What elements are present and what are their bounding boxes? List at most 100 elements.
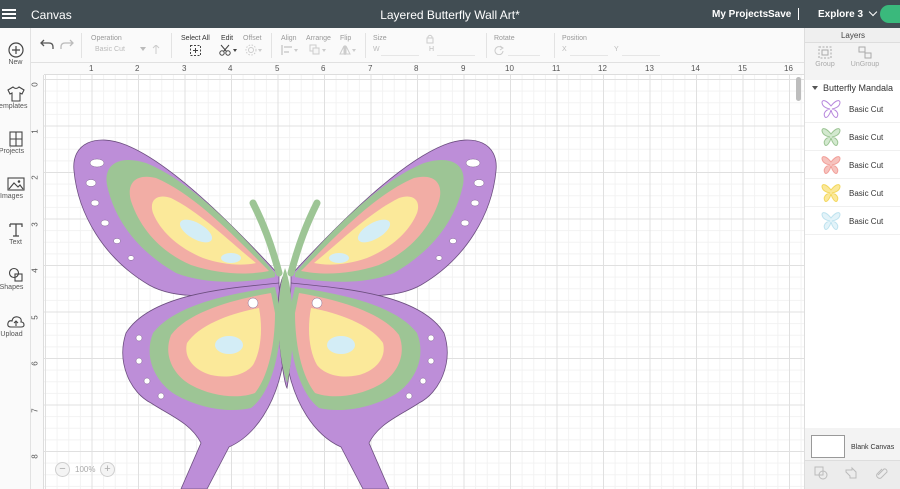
group-icon <box>818 46 832 59</box>
blank-canvas-label: Blank Canvas <box>851 444 895 451</box>
y-position-input[interactable] <box>622 44 660 56</box>
text-tool[interactable]: Text <box>0 222 31 246</box>
butterfly-artwork[interactable] <box>31 63 804 489</box>
edit-label: Edit <box>221 35 234 42</box>
offset-button[interactable]: Offset <box>243 28 271 63</box>
blank-canvas-row[interactable]: Blank Canvas <box>805 428 900 460</box>
ungroup-button[interactable]: UnGroup <box>845 46 885 68</box>
projects-grid-icon <box>8 131 23 147</box>
image-icon <box>6 177 25 191</box>
layer-row[interactable]: Basic Cut <box>805 180 900 207</box>
butterfly-thumbnail-icon <box>821 184 841 202</box>
layer-label: Basic Cut <box>849 161 884 170</box>
butterfly-thumbnail-icon <box>821 128 841 146</box>
align-dropdown[interactable]: Align <box>281 28 303 63</box>
edit-dropdown[interactable]: Edit <box>219 28 245 63</box>
width-input[interactable] <box>381 44 419 56</box>
make-it-button[interactable] <box>880 5 900 23</box>
layer-row[interactable]: Basic Cut <box>805 152 900 179</box>
position-controls: Position X Y <box>562 28 667 63</box>
upload-tool[interactable]: Upload <box>0 314 31 338</box>
layer-row[interactable]: Basic Cut <box>805 124 900 151</box>
size-controls: Size W H <box>373 28 483 63</box>
height-input[interactable] <box>437 44 475 56</box>
zoom-value: 100% <box>75 465 96 474</box>
align-icon <box>281 45 298 55</box>
group-button[interactable]: Group <box>805 46 845 68</box>
my-projects-link[interactable]: My Projects <box>712 9 768 20</box>
machine-selector[interactable]: Explore 3 <box>818 7 878 20</box>
header-bar: Canvas Layered Butterfly Wall Art* My Pr… <box>0 0 900 28</box>
layer-list: Basic Cut Basic Cut Basic Cut Basic Cut … <box>805 96 900 441</box>
blank-canvas-swatch[interactable] <box>811 435 845 458</box>
flip-dropdown[interactable]: Flip <box>339 28 362 63</box>
pos-x-label: X <box>562 46 567 53</box>
save-button[interactable]: Save <box>768 9 791 20</box>
layers-panel: Layers Group UnGroup Butterfly Mandala B… <box>804 28 900 489</box>
shapes-tool[interactable]: Shapes <box>0 267 31 291</box>
new-tool[interactable]: New <box>0 42 31 66</box>
butterfly-thumbnail-icon <box>821 100 841 118</box>
weld-icon[interactable] <box>844 466 858 480</box>
select-all-button[interactable]: Select All <box>181 28 211 63</box>
arrange-dropdown[interactable]: Arrange <box>306 28 334 63</box>
butterfly-thumbnail-icon <box>821 156 841 174</box>
layer-label: Basic Cut <box>849 105 884 114</box>
chevron-down-icon <box>140 47 146 51</box>
toolbar-separator <box>365 33 366 58</box>
operation-label: Operation <box>91 35 122 42</box>
machine-name: Explore 3 <box>818 9 864 20</box>
layer-group-row[interactable]: Butterfly Mandala <box>805 80 900 96</box>
zoom-in-button[interactable]: + <box>100 462 115 477</box>
x-position-input[interactable] <box>570 44 608 56</box>
images-tool[interactable]: Images <box>0 176 31 200</box>
vertical-scrollbar[interactable] <box>796 77 801 101</box>
cloud-upload-icon <box>6 316 25 328</box>
header-separator <box>798 8 799 20</box>
pos-y-label: Y <box>614 46 619 53</box>
layer-label: Basic Cut <box>849 189 884 198</box>
select-all-label: Select All <box>181 35 210 42</box>
menu-icon[interactable] <box>0 0 20 28</box>
toolbar-separator <box>81 33 82 58</box>
operation-value: Basic Cut <box>95 46 125 53</box>
group-label: Group <box>815 61 835 68</box>
attach-icon[interactable] <box>875 466 889 480</box>
butterfly-thumbnail-icon <box>821 212 841 230</box>
operation-dropdown[interactable]: Operation Basic Cut <box>91 28 171 63</box>
arrange-label: Arrange <box>306 35 331 42</box>
layer-row[interactable]: Basic Cut <box>805 96 900 123</box>
upload-label: Upload <box>0 331 23 338</box>
redo-icon[interactable] <box>60 38 74 50</box>
rotate-input[interactable] <box>508 44 540 56</box>
templates-tool[interactable]: Templates <box>0 86 31 110</box>
slice-icon[interactable] <box>814 466 828 480</box>
rotate-controls: Rotate <box>494 28 549 63</box>
text-t-icon <box>8 223 23 237</box>
layer-row[interactable]: Basic Cut <box>805 208 900 235</box>
document-title[interactable]: Layered Butterfly Wall Art* <box>380 8 520 22</box>
select-all-icon <box>190 45 201 56</box>
design-canvas[interactable]: 1 2 3 4 5 6 7 8 9 10 11 12 13 14 15 16 0… <box>31 63 804 489</box>
rotate-label: Rotate <box>494 35 515 42</box>
toolbar-separator <box>486 33 487 58</box>
toolbar-separator <box>554 33 555 58</box>
projects-tool[interactable]: Projects <box>0 131 31 155</box>
layer-label: Basic Cut <box>849 133 884 142</box>
chevron-down-icon <box>868 7 878 17</box>
position-label: Position <box>562 35 587 42</box>
lock-icon[interactable] <box>426 34 434 44</box>
images-label: Images <box>0 193 23 200</box>
offset-icon <box>245 44 262 56</box>
align-label: Align <box>281 35 297 42</box>
app-title: Canvas <box>31 8 72 22</box>
undo-icon[interactable] <box>40 38 54 50</box>
zoom-out-button[interactable]: − <box>55 462 70 477</box>
shapes-icon <box>8 267 23 282</box>
shirt-icon <box>6 86 25 102</box>
layers-title: Layers <box>805 28 900 43</box>
triangle-down-icon[interactable] <box>812 86 818 90</box>
flip-icon <box>339 45 356 55</box>
layers-bottom-toolbar <box>805 460 900 489</box>
group-name: Butterfly Mandala <box>823 83 894 93</box>
